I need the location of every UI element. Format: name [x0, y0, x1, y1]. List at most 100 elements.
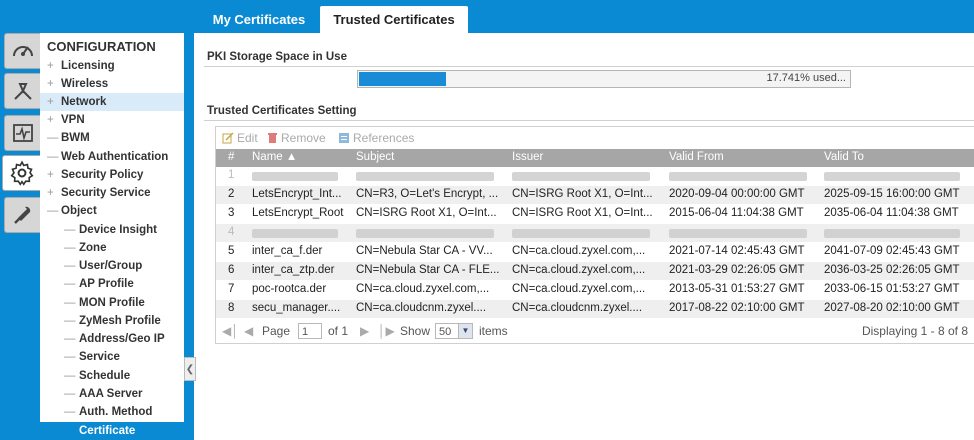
first-page-icon[interactable]: ◀│	[222, 324, 239, 338]
items-label: items	[479, 324, 508, 338]
trusted-certificates-grid: Edit Remove References # Name ▲ Subject …	[215, 126, 974, 344]
col-num[interactable]: #	[228, 151, 234, 163]
nav-item-network[interactable]: + Network	[40, 93, 184, 111]
nav-item-licensing[interactable]: + Licensing	[40, 57, 184, 75]
nav-sub-address-geo-ip[interactable]: — Address/Geo IP	[40, 330, 184, 348]
nav-title: CONFIGURATION	[47, 39, 156, 54]
nav-sub-schedule[interactable]: — Schedule	[40, 367, 184, 385]
per-page-select[interactable]: 50 ▼	[435, 323, 473, 339]
prev-page-icon[interactable]: ◀	[244, 324, 253, 338]
nav-sub-auth-method[interactable]: — Auth. Method	[40, 403, 184, 421]
collapse-icon[interactable]: —	[47, 202, 59, 220]
dashboard-icon[interactable]	[4, 33, 41, 69]
nav-item-object[interactable]: — Object	[40, 202, 184, 220]
chevron-down-icon: ▼	[458, 324, 472, 338]
redacted-cell	[512, 229, 650, 238]
nav-sub-mon-profile[interactable]: — MON Profile	[40, 294, 184, 312]
redacted-cell	[356, 172, 494, 181]
nav-sub-user-group[interactable]: — User/Group	[40, 257, 184, 275]
nav-sub-ap-profile[interactable]: — AP Profile	[40, 275, 184, 293]
nav-sub-certificate[interactable]: Certificate	[40, 422, 184, 440]
references-button[interactable]: References	[338, 131, 414, 147]
table-row[interactable]: 3 LetsEncrypt_Root CN=ISRG Root X1, O=Int.…	[216, 205, 974, 223]
expand-icon[interactable]: +	[47, 75, 57, 93]
cell-valid-from: 2015-06-04 11:04:38 GMT	[669, 207, 804, 219]
tab-my-certificates[interactable]: My Certificates	[203, 6, 315, 33]
cell-num: 2	[228, 188, 235, 200]
cell-subject: CN=ca.cloud.zyxel.com,...	[356, 283, 490, 295]
col-valid-to[interactable]: Valid To	[824, 151, 864, 163]
page-input[interactable]: 1	[298, 323, 322, 339]
grid-toolbar: Edit Remove References	[216, 127, 974, 149]
redacted-cell	[824, 172, 960, 181]
top-tab-bar	[0, 0, 974, 33]
progress-text: 17.741% used...	[766, 72, 846, 84]
section-divider	[204, 66, 974, 67]
col-subject[interactable]: Subject	[356, 151, 394, 163]
expand-icon[interactable]: +	[47, 111, 57, 129]
expand-icon[interactable]: +	[47, 93, 57, 111]
cell-num: 4	[228, 226, 235, 238]
last-page-icon[interactable]: │▶	[378, 324, 395, 338]
leaf-dash-icon: —	[47, 132, 59, 144]
nav-item-web-authentication[interactable]: — Web Authentication	[40, 148, 184, 166]
trusted-settings-title: Trusted Certificates Setting	[207, 105, 357, 117]
cell-valid-from: 2020-09-04 00:00:00 GMT	[669, 188, 805, 200]
table-row[interactable]: 2 LetsEncrypt_Int... CN=R3, O=Let's Encryp…	[216, 186, 974, 204]
expand-icon[interactable]: +	[47, 184, 57, 202]
nav-sub-zone[interactable]: — Zone	[40, 239, 184, 257]
table-row[interactable]: 4	[216, 224, 974, 242]
edit-icon	[222, 132, 234, 147]
edit-button[interactable]: Edit	[222, 131, 258, 147]
col-name[interactable]: Name ▲	[252, 151, 297, 163]
icon-rail	[0, 33, 41, 440]
cell-name: LetsEncrypt_Root	[252, 207, 344, 219]
next-page-icon[interactable]: ▶	[360, 324, 369, 338]
expand-icon[interactable]: +	[47, 57, 57, 75]
wrench-icon[interactable]	[4, 197, 41, 233]
cell-valid-from: 2021-07-14 02:45:43 GMT	[669, 245, 805, 257]
cell-issuer: CN=ISRG Root X1, O=Int...	[512, 207, 653, 219]
redacted-cell	[356, 229, 494, 238]
nav-sub-device-insight[interactable]: — Device Insight	[40, 221, 184, 239]
nav-item-vpn[interactable]: + VPN	[40, 111, 184, 129]
table-row[interactable]: 1	[216, 167, 974, 185]
cell-subject: CN=Nebula Star CA - VV...	[356, 245, 493, 257]
nav-item-wireless[interactable]: + Wireless	[40, 75, 184, 93]
references-icon	[338, 132, 350, 147]
show-label: Show	[400, 324, 431, 338]
redacted-cell	[512, 172, 650, 181]
cell-subject: CN=Nebula Star CA - FLE...	[356, 264, 500, 276]
cell-issuer: CN=ca.cloudcnm.zyxel....	[512, 302, 643, 314]
monitor-tools-icon[interactable]	[4, 73, 41, 109]
grid-header: # Name ▲ Subject Issuer Valid From Valid…	[216, 149, 974, 167]
cell-issuer: CN=ISRG Root X1, O=Int...	[512, 188, 653, 200]
col-issuer[interactable]: Issuer	[512, 151, 543, 163]
redacted-cell	[252, 172, 338, 181]
table-row[interactable]: 8 secu_manager.... CN=ca.cloudcnm.zyxel...…	[216, 300, 974, 318]
table-row[interactable]: 5 inter_ca_f.der CN=Nebula Star CA - VV...…	[216, 243, 974, 261]
col-valid-from[interactable]: Valid From	[669, 151, 724, 163]
nav-item-security-service[interactable]: + Security Service	[40, 184, 184, 202]
table-row[interactable]: 7 poc-rootca.der CN=ca.cloud.zyxel.com,...…	[216, 281, 974, 299]
nav-sub-aaa-server[interactable]: — AAA Server	[40, 385, 184, 403]
cell-valid-to: 2035-06-04 11:04:38 GMT	[824, 207, 959, 219]
cell-name: inter_ca_ztp.der	[252, 264, 335, 276]
cell-valid-to: 2027-08-20 02:10:00 GMT	[824, 302, 960, 314]
expand-icon[interactable]: +	[47, 166, 57, 184]
remove-button[interactable]: Remove	[267, 131, 326, 147]
pulse-icon[interactable]	[4, 115, 41, 151]
tab-trusted-certificates[interactable]: Trusted Certificates	[320, 6, 468, 33]
cell-valid-to: 2041-07-09 02:45:43 GMT	[824, 245, 960, 257]
leaf-dash-icon: —	[47, 151, 59, 163]
cell-num: 8	[228, 302, 235, 314]
nav-sub-zymesh-profile[interactable]: — ZyMesh Profile	[40, 312, 184, 330]
nav-sub-service[interactable]: — Service	[40, 348, 184, 366]
collapse-sidebar-handle[interactable]: ❮	[184, 357, 196, 381]
cell-num: 7	[228, 283, 235, 295]
nav-item-security-policy[interactable]: + Security Policy	[40, 166, 184, 184]
nav-item-bwm[interactable]: — BWM	[40, 129, 184, 147]
pki-storage-title: PKI Storage Space in Use	[207, 51, 347, 63]
gear-icon[interactable]	[2, 155, 41, 191]
table-row[interactable]: 6 inter_ca_ztp.der CN=Nebula Star CA - FLE…	[216, 262, 974, 280]
